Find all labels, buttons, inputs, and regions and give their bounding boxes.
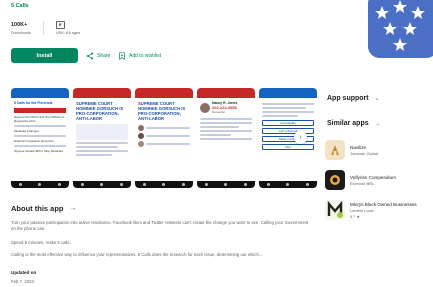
rep-party: Democrat — [212, 110, 226, 114]
about-paragraph: Turn your passive participation into act… — [11, 220, 309, 231]
similar-app-item[interactable]: Voflyrisn Compendium Exercise BRL — [325, 168, 433, 192]
content-rating-label[interactable]: USK: All ages — [56, 30, 80, 35]
screenshot-3-headline: SUPREME COURT NOMINEE GORSUCH IS PRO-COR… — [138, 101, 186, 121]
similar-app-developer: Exercise BRL — [350, 180, 375, 186]
screenshot-1-item: Support the DACA and Stop Efforts to Rep… — [14, 115, 65, 123]
screenshot-2[interactable]: SUPREME COURT NOMINEE GORSUCH IS PRO-COR… — [73, 88, 131, 188]
screenshot-4[interactable]: Nancy R. Jones 202-224-3553 Democrat — [197, 88, 255, 188]
similar-app-icon — [325, 140, 345, 160]
similar-app-rating: 4.7 ★ — [350, 214, 360, 219]
screenshot-5-button: Left voicemail — [262, 128, 314, 134]
similar-apps-header[interactable]: Similar apps → — [327, 120, 381, 127]
screenshot-1-item: Defund Immigration Detention — [14, 139, 54, 143]
screenshot-3[interactable]: SUPREME COURT NOMINEE GORSUCH IS PRO-COR… — [135, 88, 193, 188]
similar-apps-title: Similar apps — [327, 120, 369, 127]
chevron-right-icon: › — [299, 134, 302, 141]
carousel-next-button[interactable]: › — [294, 131, 307, 144]
similar-app-name: Voflyrisn Compendium — [350, 174, 396, 180]
bookmark-add-icon — [119, 51, 125, 60]
updated-value: Feb 7, 2023 — [11, 279, 34, 284]
screenshot-5-button: Skip — [262, 144, 314, 150]
about-paragraph: Spend 5 minutes, make 5 calls. — [11, 240, 71, 245]
about-section-header[interactable]: About this app → — [11, 204, 77, 213]
downloads-value: 100K+ — [11, 21, 28, 28]
screenshot-5-button: Unavailable — [262, 120, 314, 126]
screenshot-5[interactable]: Unavailable Left voicemail Made contact … — [259, 88, 317, 188]
phone-nav-bar — [11, 181, 69, 188]
screenshot-carousel[interactable]: 5 Calls for the Florencia Support the DA… — [11, 88, 317, 188]
screenshot-2-headline: SUPREME COURT NOMINEE GORSUCH IS PRO-COR… — [76, 101, 124, 121]
about-paragraph: Calling is the most effective way to inf… — [11, 252, 263, 257]
phone-nav-bar — [135, 181, 193, 188]
updated-label: Updated on — [11, 270, 37, 275]
wishlist-label: Add to wishlist — [129, 52, 161, 59]
similar-app-item[interactable]: Minrys Black Owned Businesses Lamine Lou… — [325, 198, 433, 222]
arrow-right-icon: → — [374, 120, 381, 127]
downloads-label: Downloads — [11, 30, 31, 35]
app-icon — [368, 0, 433, 58]
install-button[interactable]: Install — [11, 48, 78, 63]
screenshot-1-title: 5 Calls for the Florencia — [14, 101, 53, 105]
content-rating-stat: E USK: All ages — [55, 20, 80, 35]
about-title: About this app — [11, 204, 64, 213]
similar-app-name: Navilize — [350, 144, 367, 150]
phone-nav-bar — [197, 181, 255, 188]
share-label: Share — [97, 52, 111, 59]
screenshot-1-item: Oppose Senate Bill to Stop Medicare — [14, 149, 64, 153]
similar-app-developer: Joannah Global — [350, 150, 379, 156]
similar-app-item[interactable]: Navilize Joannah Global — [325, 138, 433, 162]
similar-app-icon — [325, 170, 345, 190]
stat-divider — [42, 21, 44, 35]
downloads-stat: 100K+ Downloads — [11, 20, 31, 36]
app-support-toggle[interactable]: App support ⌄ — [327, 95, 380, 102]
chevron-down-icon: ⌄ — [374, 96, 380, 102]
arrow-right-icon: → — [69, 205, 77, 212]
similar-app-developer: Lamine Louiz — [350, 207, 374, 213]
similar-app-icon — [325, 200, 345, 220]
add-to-wishlist-button[interactable]: Add to wishlist — [118, 50, 161, 61]
screenshot-1-item: Medicaid Changes — [14, 129, 39, 133]
phone-nav-bar — [73, 181, 131, 188]
app-stats: 100K+ Downloads E USK: All ages — [11, 20, 80, 35]
phone-nav-bar — [259, 181, 317, 188]
share-button[interactable]: Share — [86, 50, 110, 61]
content-rating-icon: E — [55, 20, 65, 29]
share-icon — [86, 52, 94, 59]
similar-app-name: Minrys Black Owned Businesses — [350, 201, 417, 207]
developer-name[interactable]: 5 Calls — [11, 3, 29, 9]
screenshot-1[interactable]: 5 Calls for the Florencia Support the DA… — [11, 88, 69, 188]
app-support-label: App support — [327, 95, 369, 102]
